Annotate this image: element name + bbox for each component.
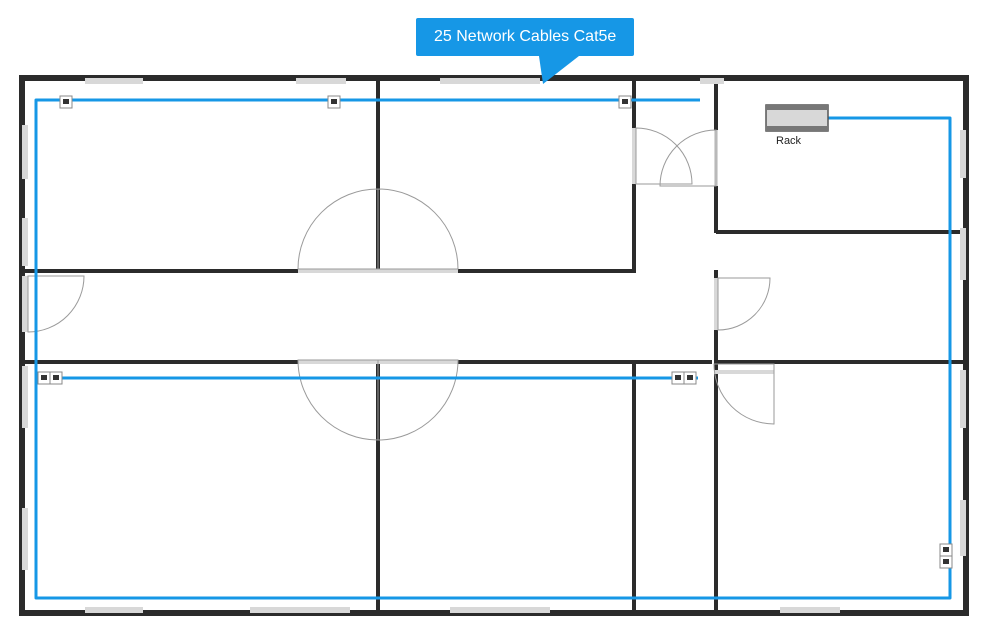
- cable-run: [36, 100, 950, 598]
- opening-13: [250, 607, 350, 613]
- opening-0: [85, 78, 143, 84]
- opening-11: [960, 500, 966, 556]
- opening-16: [298, 269, 378, 273]
- opening-1: [296, 78, 346, 84]
- opening-14: [450, 607, 550, 613]
- wall-v-5: [632, 360, 636, 613]
- rack-label: Rack: [776, 135, 801, 147]
- outer-wall: [22, 78, 966, 613]
- network-jack-5: [940, 544, 952, 568]
- opening-20: [632, 128, 636, 184]
- floorplan-stage: 25 Network Cables Cat5e Rack: [0, 0, 1000, 635]
- floorplan-svg: [0, 0, 1000, 635]
- cable-callout-label: 25 Network Cables Cat5e: [434, 28, 616, 45]
- network-jack-1: [328, 96, 340, 108]
- opening-12: [85, 607, 143, 613]
- wall-h-3: [716, 360, 966, 364]
- opening-3: [700, 78, 724, 84]
- door-swing-7: [718, 278, 770, 330]
- network-jack-3: [38, 372, 62, 384]
- door-swing-1: [298, 189, 378, 269]
- opening-10: [960, 370, 966, 428]
- opening-23: [22, 276, 28, 332]
- opening-15: [780, 607, 840, 613]
- network-jack-0: [60, 96, 72, 108]
- door-swing-5: [636, 128, 692, 184]
- network-jack-2: [619, 96, 631, 108]
- opening-5: [22, 218, 28, 266]
- opening-9: [960, 228, 966, 280]
- opening-18: [298, 360, 378, 364]
- opening-2: [440, 78, 540, 84]
- rack-label-text: Rack: [776, 135, 801, 147]
- opening-7: [22, 508, 28, 570]
- door-swing-4: [298, 360, 378, 440]
- cable-callout: 25 Network Cables Cat5e: [416, 18, 634, 56]
- opening-24: [714, 370, 774, 374]
- opening-22: [714, 278, 718, 330]
- door-swing-2: [378, 189, 458, 269]
- network-jack-4: [672, 372, 696, 384]
- door-swing-3: [378, 360, 458, 440]
- opening-19: [378, 360, 458, 364]
- opening-4: [22, 125, 28, 179]
- wall-h-1: [716, 230, 966, 234]
- opening-6: [22, 366, 28, 428]
- rack-icon: [766, 105, 828, 131]
- wall-v-6: [714, 360, 718, 613]
- opening-17: [378, 269, 458, 273]
- opening-8: [960, 130, 966, 178]
